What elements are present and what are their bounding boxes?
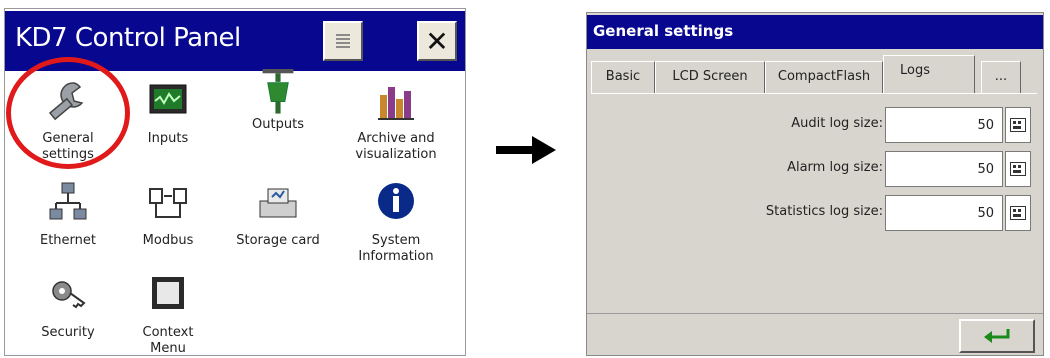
general-settings-title-bar: General settings bbox=[587, 15, 1043, 49]
control-panel-title: KD7 Control Panel bbox=[15, 23, 241, 53]
security-label: Security bbox=[41, 325, 95, 340]
modbus-connection-icon bbox=[149, 188, 187, 218]
network-icon bbox=[49, 182, 87, 220]
storage-card-icon bbox=[259, 188, 297, 218]
menu-button[interactable] bbox=[323, 21, 363, 61]
general-settings-window: General settings Basic LCD Screen Compac… bbox=[586, 12, 1044, 356]
ethernet-item[interactable]: Ethernet bbox=[13, 179, 123, 249]
modbus-item[interactable]: Modbus bbox=[113, 179, 223, 249]
tab-logs[interactable]: Logs bbox=[883, 55, 975, 93]
keyboard-button[interactable] bbox=[1005, 151, 1031, 187]
enter-button[interactable] bbox=[959, 319, 1035, 353]
key-icon bbox=[52, 281, 86, 309]
storage-card-label: Storage card bbox=[236, 233, 320, 248]
bar-chart-icon bbox=[378, 87, 414, 120]
context-menu-label: Context Menu bbox=[142, 325, 194, 356]
tab-lcd-screen[interactable]: LCD Screen bbox=[655, 61, 765, 93]
context-menu-icon bbox=[152, 277, 184, 309]
audit-log-size-field[interactable]: 50 bbox=[885, 107, 1003, 143]
storage-card-item[interactable]: Storage card bbox=[223, 179, 333, 249]
audit-log-size-value: 50 bbox=[977, 118, 994, 133]
enter-icon bbox=[984, 329, 1010, 343]
inputs-label: Inputs bbox=[147, 131, 189, 146]
close-icon: ✕ bbox=[425, 24, 449, 58]
alarm-log-size-value: 50 bbox=[977, 162, 994, 177]
audit-log-size-row: Audit log size: 50 bbox=[591, 104, 1037, 144]
tab-compactflash[interactable]: CompactFlash bbox=[765, 61, 883, 93]
highlight-circle bbox=[6, 57, 130, 169]
monitor-waveform-icon bbox=[149, 84, 187, 114]
menu-icon bbox=[336, 34, 350, 48]
keyboard-button[interactable] bbox=[1005, 107, 1031, 143]
tab-more[interactable]: ... bbox=[981, 61, 1021, 93]
outputs-label: Outputs bbox=[252, 117, 304, 132]
alarm-log-size-field[interactable]: 50 bbox=[885, 151, 1003, 187]
keyboard-button[interactable] bbox=[1005, 195, 1031, 231]
keyboard-icon bbox=[1010, 206, 1026, 220]
context-menu-item[interactable]: Context Menu bbox=[113, 271, 223, 356]
arrow-right-icon bbox=[496, 136, 556, 164]
archive-visualization-item[interactable]: Archive and visualization bbox=[341, 77, 451, 163]
logs-panel: Audit log size: 50 Alarm log size: 50 St… bbox=[591, 93, 1037, 313]
modbus-label: Modbus bbox=[142, 233, 194, 248]
info-icon bbox=[378, 183, 414, 219]
statistics-log-size-label: Statistics log size: bbox=[765, 204, 883, 219]
keyboard-icon bbox=[1010, 162, 1026, 176]
bottom-bar bbox=[587, 313, 1043, 355]
system-information-label: System Information bbox=[358, 233, 434, 264]
general-settings-title: General settings bbox=[593, 22, 734, 40]
ethernet-label: Ethernet bbox=[40, 233, 96, 248]
control-panel-window: KD7 Control Panel ✕ General settings Inp… bbox=[4, 8, 466, 356]
alarm-log-size-label: Alarm log size: bbox=[787, 160, 883, 175]
system-information-item[interactable]: System Information bbox=[341, 179, 451, 265]
settings-tab-bar: Basic LCD Screen CompactFlash Logs ... bbox=[587, 53, 1043, 93]
statistics-log-size-value: 50 bbox=[977, 206, 994, 221]
statistics-log-size-row: Statistics log size: 50 bbox=[591, 192, 1037, 232]
close-button[interactable]: ✕ bbox=[417, 21, 457, 61]
outputs-item[interactable]: Outputs bbox=[223, 69, 333, 133]
alarm-log-size-row: Alarm log size: 50 bbox=[591, 148, 1037, 188]
keyboard-icon bbox=[1010, 118, 1026, 132]
archive-visualization-label: Archive and visualization bbox=[355, 131, 437, 162]
security-item[interactable]: Security bbox=[13, 271, 123, 341]
statistics-log-size-field[interactable]: 50 bbox=[885, 195, 1003, 231]
audit-log-size-label: Audit log size: bbox=[791, 116, 883, 131]
output-connector-icon bbox=[262, 69, 294, 114]
tab-basic[interactable]: Basic bbox=[591, 61, 655, 93]
